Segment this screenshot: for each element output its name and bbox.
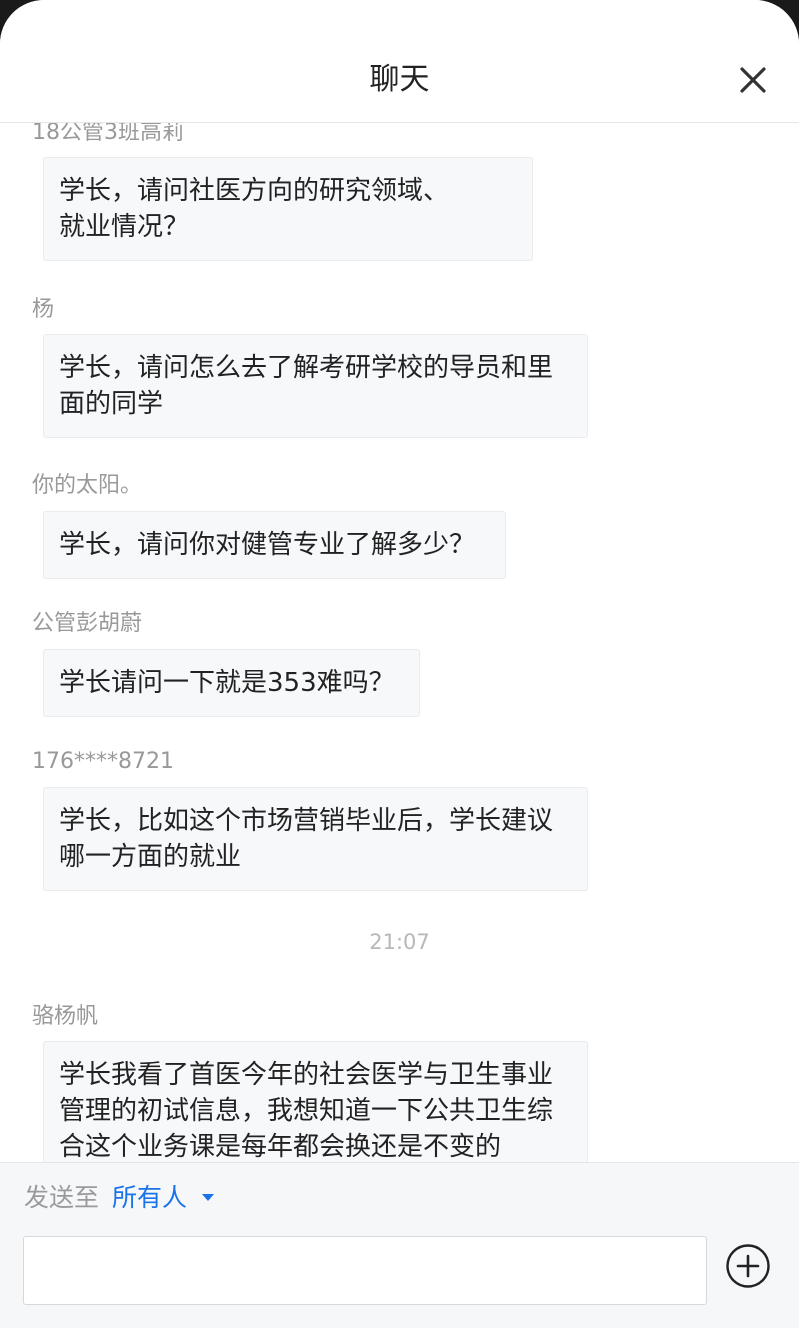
message-sender: 你的太阳。 bbox=[32, 473, 143, 498]
message-bubble: 学长，比如这个市场营销毕业后，学长建议 哪一方面的就业 bbox=[43, 787, 588, 891]
chat-panel: 聊天 18公管3班高莉 学长，请问社医方向的研究领域、 就业情况？ 杨 学长，请… bbox=[0, 0, 799, 1328]
message-bubble: 学长，请问社医方向的研究领域、 就业情况？ bbox=[43, 157, 533, 261]
message-bubble: 学长我看了首医今年的社会医学与卫生事业 管理的初试信息，我想知道一下公共卫生综 … bbox=[43, 1041, 588, 1162]
composer-bar: 发送至 所有人 bbox=[0, 1162, 799, 1328]
message-sender: 18公管3班高莉 bbox=[32, 123, 184, 145]
message-timestamp: 21:07 bbox=[369, 930, 430, 954]
close-icon bbox=[740, 67, 766, 93]
message-sender: 176****8721 bbox=[32, 749, 174, 774]
message-sender: 公管彭胡蔚 bbox=[32, 611, 143, 636]
caret-down-icon[interactable] bbox=[202, 1194, 214, 1201]
message-bubble: 学长请问一下就是353难吗？ bbox=[43, 649, 420, 717]
recipient-selector[interactable]: 所有人 bbox=[112, 1181, 187, 1215]
close-button[interactable] bbox=[733, 60, 773, 100]
message-input[interactable] bbox=[23, 1236, 707, 1305]
message-bubble: 学长，请问你对健管专业了解多少？ bbox=[43, 511, 506, 579]
page-title: 聊天 bbox=[369, 62, 430, 97]
message-sender: 杨 bbox=[32, 297, 55, 322]
chat-header: 聊天 bbox=[0, 0, 799, 123]
message-list[interactable]: 18公管3班高莉 学长，请问社医方向的研究领域、 就业情况？ 杨 学长，请问怎么… bbox=[0, 123, 799, 1162]
add-attachment-button[interactable] bbox=[725, 1243, 771, 1289]
send-to-label: 发送至 bbox=[24, 1183, 100, 1212]
message-sender: 骆杨帆 bbox=[32, 1004, 99, 1029]
plus-circle-icon bbox=[726, 1244, 770, 1288]
message-bubble: 学长，请问怎么去了解考研学校的导员和里 面的同学 bbox=[43, 334, 588, 438]
